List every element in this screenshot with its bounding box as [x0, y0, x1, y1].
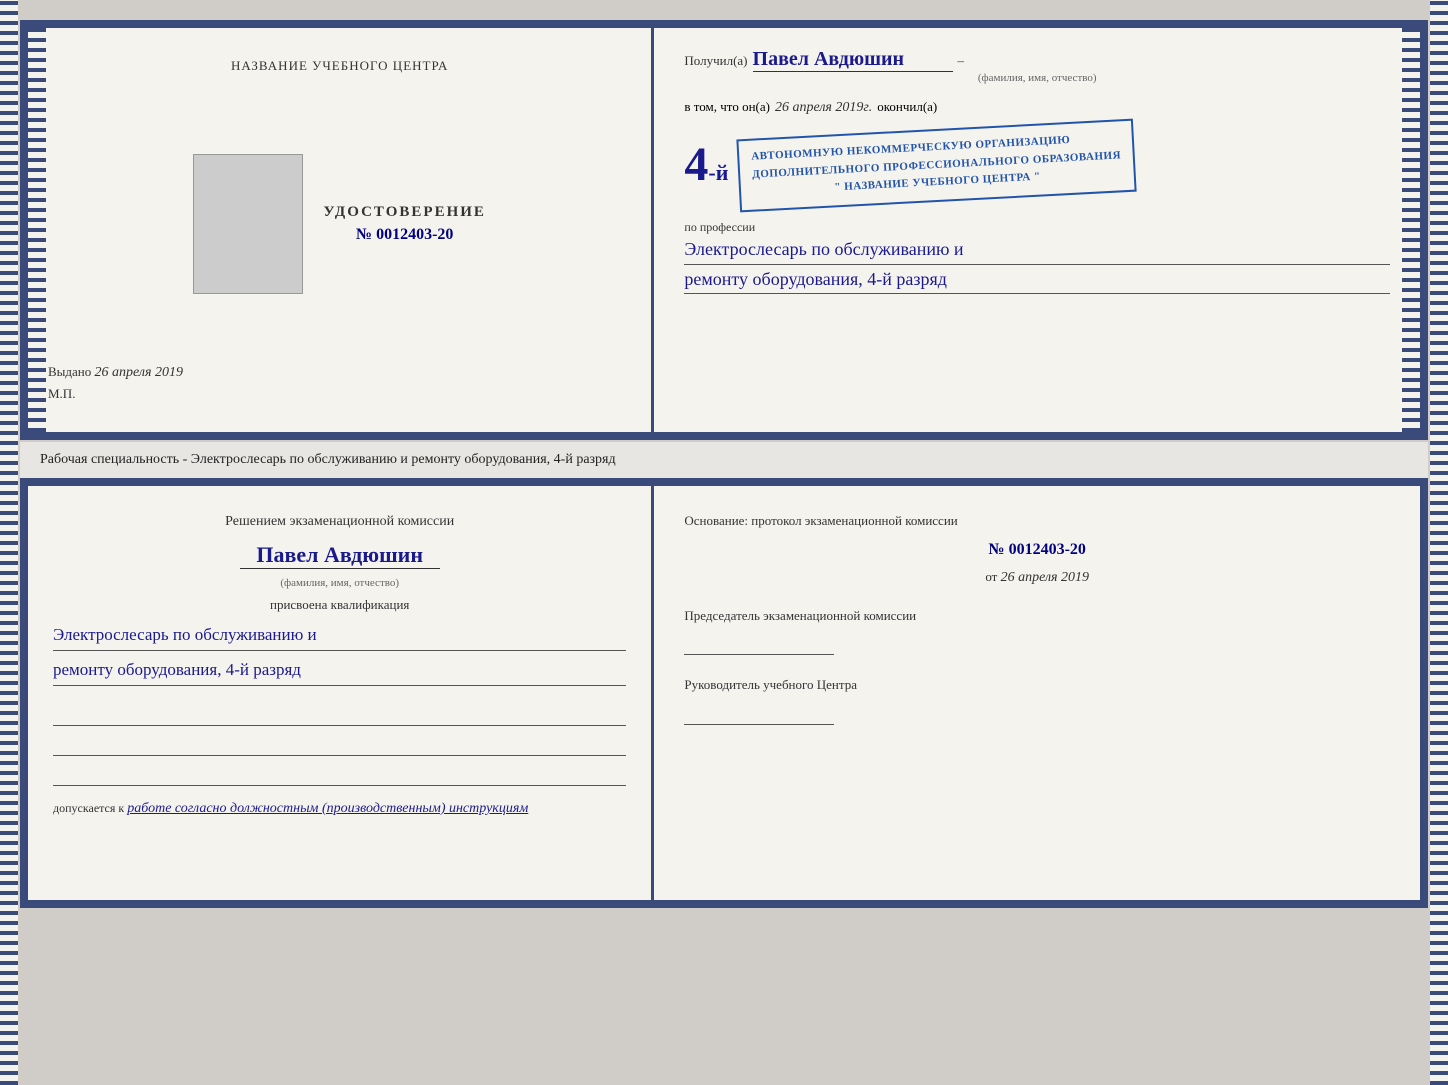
- issued-label: Выдано: [48, 364, 91, 379]
- training-center-title: НАЗВАНИЕ УЧЕБНОГО ЦЕНТРА: [231, 58, 448, 74]
- dopuskaetsya-value: работе согласно должностным (производств…: [127, 801, 528, 816]
- predsedatel-sig-line: [684, 630, 834, 655]
- mp-label: М.П.: [48, 386, 631, 402]
- qualification-text1: Электрослесарь по обслуживанию и: [53, 621, 626, 651]
- grade-suffix: -й: [708, 160, 728, 185]
- rukovoditel-text: Руководитель учебного Центра: [684, 675, 1390, 695]
- photo-placeholder: [193, 154, 303, 294]
- middle-text: Рабочая специальность - Электрослесарь п…: [20, 442, 1428, 478]
- cert-title: УДОСТОВЕРЕНИЕ: [323, 204, 486, 221]
- dash: –: [958, 53, 965, 69]
- okonchil-label: окончил(а): [877, 99, 937, 115]
- rukovoditel-sig-line: [684, 700, 834, 725]
- ot-label: от: [985, 569, 997, 584]
- vtom-label: в том, что он(а): [684, 99, 770, 115]
- cert-number: № 0012403-20: [323, 226, 486, 244]
- qualification-text2: ремонту оборудования, 4-й разряд: [53, 656, 626, 686]
- prisvoyena-label: присвоена квалификация: [53, 597, 626, 613]
- protocol-number: № 0012403-20: [684, 541, 1390, 559]
- sig-line-2: [53, 731, 626, 756]
- grade-number: 4: [684, 138, 708, 191]
- osnovaniye-text: Основание: протокол экзаменационной коми…: [684, 511, 1390, 531]
- sig-line-1: [53, 701, 626, 726]
- ot-date: 26 апреля 2019: [1001, 570, 1089, 585]
- profession-text2: ремонту оборудования, 4-й разряд: [684, 265, 1390, 295]
- fio-hint-bottom: (фамилия, имя, отчество): [53, 577, 626, 589]
- komissia-title: Решением экзаменационной комиссии: [53, 511, 626, 532]
- profession-label: по профессии: [684, 220, 1390, 235]
- received-label: Получил(а): [684, 53, 747, 69]
- predsedatel-text: Председатель экзаменационной комиссии: [684, 606, 1390, 626]
- person-name-bottom: Павел Авдюшин: [240, 542, 440, 569]
- sig-line-3: [53, 761, 626, 786]
- issued-date: 26 апреля 2019: [95, 365, 183, 380]
- org-stamp: АВТОНОМНУЮ НЕКОММЕРЧЕСКУЮ ОРГАНИЗАЦИЮ ДО…: [737, 119, 1138, 212]
- fio-hint-top: (фамилия, имя, отчество): [684, 72, 1390, 84]
- profession-text1: Электрослесарь по обслуживанию и: [684, 235, 1390, 265]
- person-name-top: Павел Авдюшин: [753, 48, 953, 72]
- vtom-date: 26 апреля 2019г.: [775, 100, 872, 116]
- dopuskaetsya-label: допускается к: [53, 801, 124, 815]
